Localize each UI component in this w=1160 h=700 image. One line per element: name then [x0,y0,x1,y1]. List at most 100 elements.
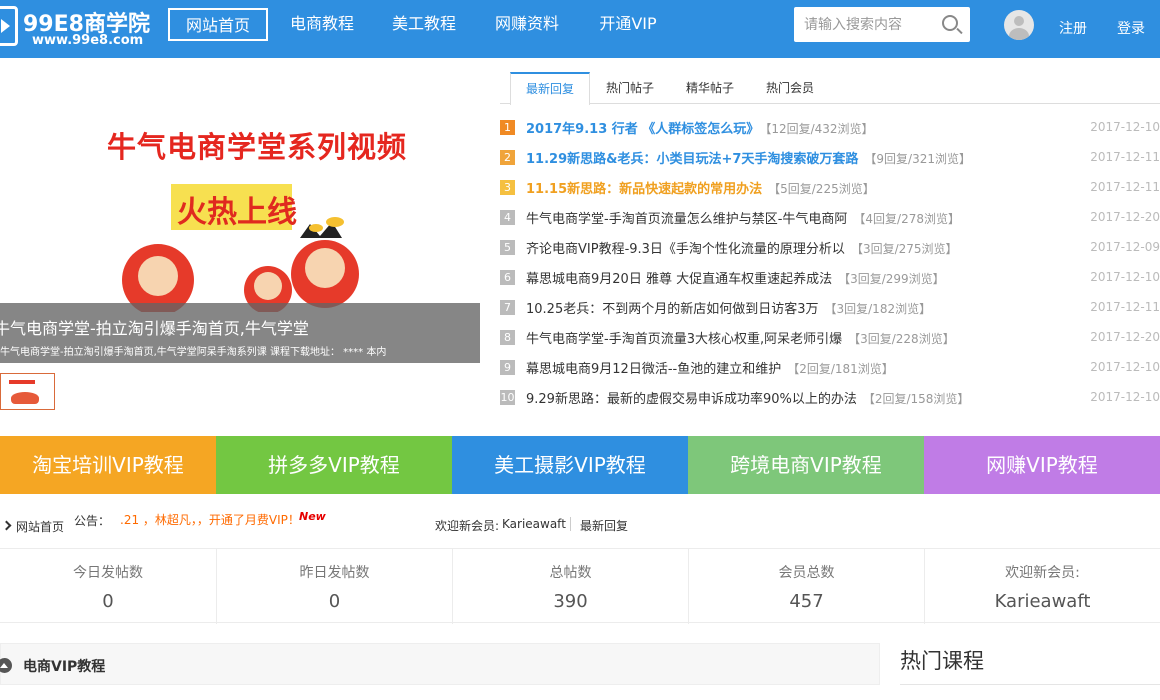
banner-taobao-vip[interactable]: 淘宝培训VIP教程 [0,436,216,494]
slide-thumbnail[interactable] [0,373,55,410]
stat-newest-member: 欢迎新会员: Karieawaft [924,549,1160,624]
post-stats: 【2回复/158浏览】 [862,392,970,406]
post-stats: 【4回复/278浏览】 [853,212,960,226]
nav-open-vip[interactable]: 开通VIP [594,8,662,41]
notice-label: 公告： [74,514,111,528]
post-title-link[interactable]: 幕思城电商9月20日 雅尊 大促直通车权重速起养成法 【3回复/299浏览】 [526,268,945,287]
rank-badge: 3 [500,180,515,195]
logo-url: www.99e8.com [32,33,144,48]
post-date: 2017-12-10 [1090,120,1160,134]
stat-today-posts: 今日发帖数 0 [0,549,216,624]
site-logo[interactable]: 99E8商学院 www.99e8.com [0,4,150,50]
list-item[interactable]: 6 幕思城电商9月20日 雅尊 大促直通车权重速起养成法 【3回复/299浏览】 20… [500,263,1160,293]
rank-badge: 9 [500,360,515,375]
nav-home[interactable]: 网站首页 [168,8,268,41]
rank-badge: 6 [500,270,515,285]
post-title-link[interactable]: 幕思城电商9月12日微活--鱼池的建立和维护 【2回复/181浏览】 [526,358,894,377]
post-title-link[interactable]: 齐论电商VIP教程-9.3日《手淘个性化流量的原理分析以 【3回复/275浏览】 [526,238,958,257]
avatar[interactable] [1004,10,1034,40]
tab-featured-posts[interactable]: 精华帖子 [672,72,748,104]
list-item[interactable]: 5 齐论电商VIP教程-9.3日《手淘个性化流量的原理分析以 【3回复/275浏览】… [500,233,1160,263]
latest-replies-link[interactable]: 最新回复 [580,517,628,534]
post-date: 2017-12-11 [1090,300,1160,314]
tab-hot-posts[interactable]: 热门帖子 [592,72,668,104]
collapse-icon[interactable] [0,658,12,673]
list-item[interactable]: 10 9.29新思路：最新的虚假交易申诉成功率90%以上的办法 【2回复/158浏览… [500,383,1160,413]
post-title-text: 10.25老兵：不到两个月的新店如何做到日访客3万 [526,302,819,317]
post-title-link[interactable]: 10.25老兵：不到两个月的新店如何做到日访客3万 【3回复/182浏览】 [526,298,931,317]
stat-total-members: 会员总数 457 [688,549,924,624]
image-slider[interactable]: 牛气电商学堂系列视频 火热上线 牛气电商学堂-拍立淘引爆手淘首页,牛气学堂 牛气… [0,72,480,430]
post-title-text: 幕思城电商9月20日 雅尊 大促直通车权重速起养成法 [526,272,833,287]
breadcrumb-home[interactable]: 网站首页 [16,518,64,535]
stat-label: 昨日发帖数 [299,565,370,581]
post-stats: 【9回复/321浏览】 [864,152,971,166]
banner-pinduoduo-vip[interactable]: 拼多多VIP教程 [216,436,452,494]
nav-design-tutorials[interactable]: 美工教程 [388,8,460,41]
welcome-label: 欢迎新会员: [435,519,500,533]
stat-value[interactable]: Karieawaft [925,591,1160,612]
rank-badge: 5 [500,240,515,255]
search-icon[interactable] [942,15,958,31]
register-link[interactable]: 注册 [1059,18,1087,38]
post-stats: 【3回复/275浏览】 [850,242,958,256]
post-title-link[interactable]: 2017年9.13 行者 《人群标签怎么玩》 【12回复/432浏览】 [526,118,874,137]
post-title-link[interactable]: 11.15新思路：新品快速起款的常用办法 【5回复/225浏览】 [526,178,875,197]
stat-yesterday-posts: 昨日发帖数 0 [216,549,452,624]
post-date: 2017-12-09 [1090,240,1160,254]
tab-hot-members[interactable]: 热门会员 [752,72,828,104]
notice-text[interactable]: .21 ，林超凡，，开通了月费VIP！ [120,511,300,528]
nav-ecommerce-tutorials[interactable]: 电商教程 [286,8,358,41]
post-title-link[interactable]: 11.29新思路&老兵：小类目玩法+7天手淘搜索破万套路 【9回复/321浏览】 [526,148,971,167]
slide-headline: 牛气电商学堂系列视频 [107,130,408,164]
post-title-text: 11.15新思路：新品快速起款的常用办法 [526,182,763,197]
post-stats: 【2回复/181浏览】 [787,362,894,376]
post-stats: 【5回复/225浏览】 [768,182,875,196]
list-item[interactable]: 3 11.15新思路：新品快速起款的常用办法 【5回复/225浏览】 2017-12-… [500,173,1160,203]
list-item[interactable]: 9 幕思城电商9月12日微活--鱼池的建立和维护 【2回复/181浏览】 2017-1… [500,353,1160,383]
post-title-text: 牛气电商学堂-手淘首页流量怎么维护与禁区-牛气电商阿 [526,212,848,227]
stat-value: 0 [328,591,341,612]
login-link[interactable]: 登录 [1117,18,1145,38]
post-stats: 【3回复/228浏览】 [848,332,955,346]
post-date: 2017-12-11 [1090,180,1160,194]
list-item[interactable]: 8 牛气电商学堂-手淘首页流量3大核心权重,阿呆老师引爆 【3回复/228浏览】 20… [500,323,1160,353]
stat-value: 0 [102,591,114,612]
banner-crossborder-vip[interactable]: 跨境电商VIP教程 [688,436,924,494]
welcome-user-link[interactable]: Karieawaft [502,517,566,531]
forum-stats: 今日发帖数 0 昨日发帖数 0 总帖数 390 会员总数 457 欢迎新会员: … [0,548,1160,624]
nav-earning-resources[interactable]: 网赚资料 [491,8,563,41]
section-title[interactable]: 电商VIP教程 [23,656,105,676]
post-title-text: 11.29新思路&老兵：小类目玩法+7天手淘搜索破万套路 [526,152,859,167]
stat-label: 今日发帖数 [73,565,143,581]
list-item[interactable]: 4 牛气电商学堂-手淘首页流量怎么维护与禁区-牛气电商阿 【4回复/278浏览】 20… [500,203,1160,233]
list-item[interactable]: 1 2017年9.13 行者 《人群标签怎么玩》 【12回复/432浏览】 2017-… [500,113,1160,143]
top-header: 99E8商学院 www.99e8.com 网站首页 电商教程 美工教程 网赚资料… [0,0,1160,58]
stat-total-posts: 总帖数 390 [452,549,688,624]
post-date: 2017-12-10 [1090,270,1160,284]
post-title-link[interactable]: 牛气电商学堂-手淘首页流量怎么维护与禁区-牛气电商阿 【4回复/278浏览】 [526,208,960,227]
rank-badge: 2 [500,150,515,165]
search-input[interactable] [794,7,939,42]
post-tabs: 最新回复 热门帖子 精华帖子 热门会员 [500,72,1160,105]
post-title-link[interactable]: 9.29新思路：最新的虚假交易申诉成功率90%以上的办法 【2回复/158浏览】 [526,388,969,407]
chevron-right-icon [1,520,12,531]
post-title-text: 齐论电商VIP教程-9.3日《手淘个性化流量的原理分析以 [526,242,845,257]
banner-earning-vip[interactable]: 网赚VIP教程 [924,436,1160,494]
post-stats: 【3回复/299浏览】 [838,272,945,286]
stat-value: 390 [553,591,588,612]
notice-bar: 网站首页 公告： .21 ，林超凡，，开通了月费VIP！ New 欢迎新会员: … [0,505,1160,545]
rank-badge: 4 [500,210,515,225]
list-item[interactable]: 2 11.29新思路&老兵：小类目玩法+7天手淘搜索破万套路 【9回复/321浏览】… [500,143,1160,173]
post-date: 2017-12-20 [1090,210,1160,224]
post-title-text: 9.29新思路：最新的虚假交易申诉成功率90%以上的办法 [526,392,857,407]
rank-badge: 7 [500,300,515,315]
post-title-link[interactable]: 牛气电商学堂-手淘首页流量3大核心权重,阿呆老师引爆 【3回复/228浏览】 [526,328,955,347]
post-date: 2017-12-10 [1090,390,1160,404]
stat-label: 欢迎新会员: [1005,565,1080,581]
banner-design-photo-vip[interactable]: 美工摄影VIP教程 [452,436,688,494]
slide-caption[interactable]: 牛气电商学堂-拍立淘引爆手淘首页,牛气学堂 牛气电商学堂-拍立淘引爆手淘首页,牛… [0,303,480,363]
list-item[interactable]: 7 10.25老兵：不到两个月的新店如何做到日访客3万 【3回复/182浏览】 201… [500,293,1160,323]
section-header-ecommerce-vip: 电商VIP教程 [0,643,880,685]
tab-latest-replies[interactable]: 最新回复 [510,72,590,105]
